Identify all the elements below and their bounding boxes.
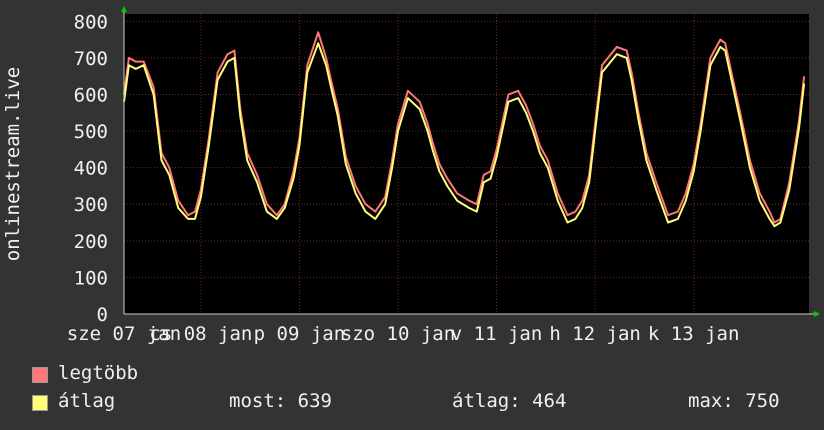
- y-tick-label: 700: [74, 48, 108, 70]
- y-tick-label: 100: [74, 267, 108, 289]
- y-tick-label: 300: [74, 194, 108, 216]
- y-tick-labels: 0100200300400500600700800: [74, 11, 108, 326]
- max-legend-label: legtöbb: [58, 362, 139, 384]
- avg-legend-label: átlag: [58, 390, 116, 412]
- x-tick-label: k 13 jan: [648, 323, 740, 345]
- y-tick-label: 400: [74, 158, 108, 180]
- maximum-value: max: 750: [688, 390, 780, 412]
- x-tick-label: v 11 jan: [451, 323, 543, 345]
- x-tick-labels: sze 07 jancs 08 jan p 09 janszo 10 janv 1…: [67, 323, 740, 345]
- max-swatch: [32, 367, 48, 383]
- x-tick-label: h 12 jan: [549, 323, 641, 345]
- avg-swatch: [32, 395, 48, 411]
- y-tick-label: 500: [74, 121, 108, 143]
- x-tick-label: cs 08 jan: [149, 323, 252, 345]
- y-axis-label: onlinestream.live: [2, 67, 24, 261]
- current-value: most: 639: [229, 390, 332, 412]
- x-tick-label: szo 10 jan: [341, 323, 455, 345]
- x-tick-label: p 09 jan: [254, 323, 346, 345]
- y-tick-label: 200: [74, 231, 108, 253]
- y-axis-arrow-icon: [121, 6, 127, 12]
- x-axis-arrow-icon: [814, 311, 820, 317]
- plot-area: [124, 14, 809, 314]
- average-value: átlag: 464: [452, 390, 567, 412]
- y-tick-label: 600: [74, 84, 108, 106]
- y-tick-label: 800: [74, 11, 108, 33]
